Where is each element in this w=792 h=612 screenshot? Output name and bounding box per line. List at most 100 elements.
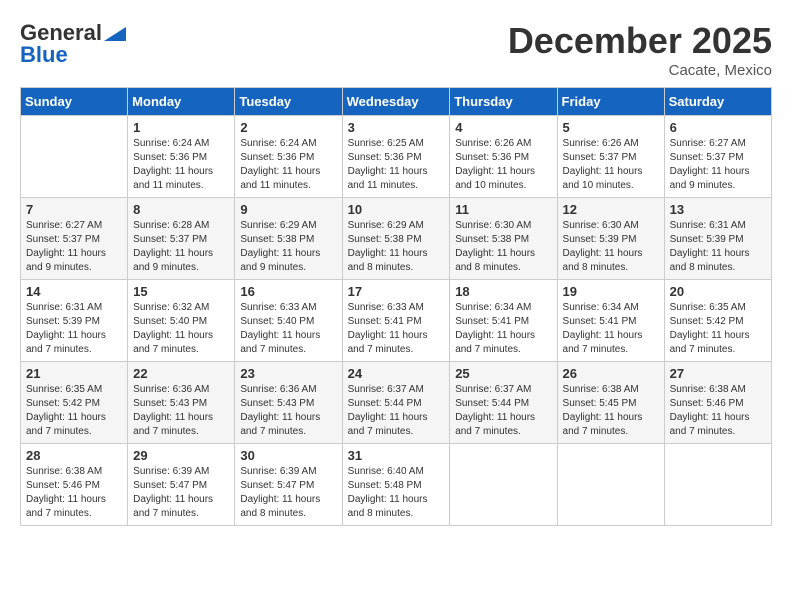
day-info: Sunrise: 6:38 AM Sunset: 5:45 PM Dayligh… (563, 383, 659, 439)
calendar-cell: 10Sunrise: 6:29 AM Sunset: 5:38 PM Dayli… (342, 198, 450, 280)
calendar-cell: 22 Sunrise: 6:36 AM Sunset: 5:43 PM Dayli… (128, 362, 235, 444)
day-number: 11 (455, 202, 551, 217)
day-number: 12 (563, 202, 659, 217)
day-number: 6 (670, 120, 766, 135)
day-info: Sunrise: 6:34 AM Sunset: 5:41 PM Dayligh… (563, 301, 659, 357)
calendar-cell: 28 Sunrise: 6:38 AM Sunset: 5:46 PM Dayli… (21, 444, 128, 526)
calendar-cell: 7 Sunrise: 6:27 AM Sunset: 5:37 PM Daylig… (21, 198, 128, 280)
day-number: 2 (240, 120, 336, 135)
day-number: 30 (240, 448, 336, 463)
calendar-cell: 25Sunrise: 6:37 AM Sunset: 5:44 PM Dayli… (450, 362, 557, 444)
day-info: Sunrise: 6:26 AM Sunset: 5:37 PM Dayligh… (563, 137, 659, 193)
calendar-cell: 16Sunrise: 6:33 AM Sunset: 5:40 PM Dayli… (235, 280, 342, 362)
day-number: 5 (563, 120, 659, 135)
calendar-cell: 11 Sunrise: 6:30 AM Sunset: 5:38 PM Dayli… (450, 198, 557, 280)
calendar-cell (664, 444, 771, 526)
calendar-header-wednesday: Wednesday (342, 88, 450, 116)
calendar-cell: 17 Sunrise: 6:33 AM Sunset: 5:41 PM Dayli… (342, 280, 450, 362)
day-info: Sunrise: 6:39 AM Sunset: 5:47 PM Dayligh… (133, 465, 229, 521)
calendar-table: SundayMondayTuesdayWednesdayThursdayFrid… (20, 87, 772, 526)
day-info: Sunrise: 6:36 AM Sunset: 5:43 PM Dayligh… (240, 383, 336, 439)
calendar-cell: 13 Sunrise: 6:31 AM Sunset: 5:39 PM Dayli… (664, 198, 771, 280)
calendar-cell: 9Sunrise: 6:29 AM Sunset: 5:38 PM Daylig… (235, 198, 342, 280)
page-header: General Blue December 2025 Cacate, Mexic… (20, 20, 772, 79)
day-number: 17 (348, 284, 445, 299)
calendar-cell (450, 444, 557, 526)
day-number: 26 (563, 366, 659, 381)
calendar-cell: 6 Sunrise: 6:27 AM Sunset: 5:37 PM Daylig… (664, 116, 771, 198)
month-title: December 2025 (508, 20, 772, 62)
calendar-header-sunday: Sunday (21, 88, 128, 116)
calendar-header-friday: Friday (557, 88, 664, 116)
calendar-header-row: SundayMondayTuesdayWednesdayThursdayFrid… (21, 88, 772, 116)
calendar-cell: 1 Sunrise: 6:24 AM Sunset: 5:36 PM Daylig… (128, 116, 235, 198)
day-number: 19 (563, 284, 659, 299)
calendar-week-row: 21Sunrise: 6:35 AM Sunset: 5:42 PM Dayli… (21, 362, 772, 444)
day-info: Sunrise: 6:37 AM Sunset: 5:44 PM Dayligh… (348, 383, 445, 439)
title-block: December 2025 Cacate, Mexico (508, 20, 772, 79)
day-number: 1 (133, 120, 229, 135)
day-info: Sunrise: 6:24 AM Sunset: 5:36 PM Dayligh… (240, 137, 336, 193)
location: Cacate, Mexico (508, 62, 772, 79)
calendar-cell: 15 Sunrise: 6:32 AM Sunset: 5:40 PM Dayli… (128, 280, 235, 362)
day-info: Sunrise: 6:32 AM Sunset: 5:40 PM Dayligh… (133, 301, 229, 357)
day-number: 23 (240, 366, 336, 381)
calendar-cell: 27Sunrise: 6:38 AM Sunset: 5:46 PM Dayli… (664, 362, 771, 444)
calendar-cell: 18 Sunrise: 6:34 AM Sunset: 5:41 PM Dayli… (450, 280, 557, 362)
calendar-week-row: 1 Sunrise: 6:24 AM Sunset: 5:36 PM Daylig… (21, 116, 772, 198)
day-info: Sunrise: 6:27 AM Sunset: 5:37 PM Dayligh… (670, 137, 766, 193)
day-info: Sunrise: 6:27 AM Sunset: 5:37 PM Dayligh… (26, 219, 122, 275)
calendar-cell: 14Sunrise: 6:31 AM Sunset: 5:39 PM Dayli… (21, 280, 128, 362)
day-number: 31 (348, 448, 445, 463)
calendar-header-thursday: Thursday (450, 88, 557, 116)
day-info: Sunrise: 6:30 AM Sunset: 5:39 PM Dayligh… (563, 219, 659, 275)
day-number: 10 (348, 202, 445, 217)
calendar-cell: 24 Sunrise: 6:37 AM Sunset: 5:44 PM Dayli… (342, 362, 450, 444)
day-number: 29 (133, 448, 229, 463)
day-info: Sunrise: 6:35 AM Sunset: 5:42 PM Dayligh… (26, 383, 122, 439)
day-info: Sunrise: 6:30 AM Sunset: 5:38 PM Dayligh… (455, 219, 551, 275)
calendar-week-row: 7 Sunrise: 6:27 AM Sunset: 5:37 PM Daylig… (21, 198, 772, 280)
day-number: 13 (670, 202, 766, 217)
calendar-header-saturday: Saturday (664, 88, 771, 116)
calendar-week-row: 28 Sunrise: 6:38 AM Sunset: 5:46 PM Dayli… (21, 444, 772, 526)
day-number: 7 (26, 202, 122, 217)
day-info: Sunrise: 6:31 AM Sunset: 5:39 PM Dayligh… (670, 219, 766, 275)
day-info: Sunrise: 6:36 AM Sunset: 5:43 PM Dayligh… (133, 383, 229, 439)
calendar-cell: 26 Sunrise: 6:38 AM Sunset: 5:45 PM Dayli… (557, 362, 664, 444)
day-number: 22 (133, 366, 229, 381)
day-info: Sunrise: 6:25 AM Sunset: 5:36 PM Dayligh… (348, 137, 445, 193)
day-number: 14 (26, 284, 122, 299)
calendar-cell: 31Sunrise: 6:40 AM Sunset: 5:48 PM Dayli… (342, 444, 450, 526)
day-info: Sunrise: 6:26 AM Sunset: 5:36 PM Dayligh… (455, 137, 551, 193)
day-info: Sunrise: 6:34 AM Sunset: 5:41 PM Dayligh… (455, 301, 551, 357)
day-info: Sunrise: 6:39 AM Sunset: 5:47 PM Dayligh… (240, 465, 336, 521)
day-number: 24 (348, 366, 445, 381)
day-number: 4 (455, 120, 551, 135)
day-info: Sunrise: 6:33 AM Sunset: 5:41 PM Dayligh… (348, 301, 445, 357)
calendar-header-tuesday: Tuesday (235, 88, 342, 116)
calendar-header-monday: Monday (128, 88, 235, 116)
calendar-cell: 12 Sunrise: 6:30 AM Sunset: 5:39 PM Dayli… (557, 198, 664, 280)
day-number: 15 (133, 284, 229, 299)
calendar-cell: 21Sunrise: 6:35 AM Sunset: 5:42 PM Dayli… (21, 362, 128, 444)
calendar-cell (557, 444, 664, 526)
day-number: 3 (348, 120, 445, 135)
day-number: 16 (240, 284, 336, 299)
day-info: Sunrise: 6:28 AM Sunset: 5:37 PM Dayligh… (133, 219, 229, 275)
calendar-cell: 4 Sunrise: 6:26 AM Sunset: 5:36 PM Daylig… (450, 116, 557, 198)
calendar-cell: 5 Sunrise: 6:26 AM Sunset: 5:37 PM Daylig… (557, 116, 664, 198)
day-number: 18 (455, 284, 551, 299)
day-number: 9 (240, 202, 336, 217)
calendar-cell: 19 Sunrise: 6:34 AM Sunset: 5:41 PM Dayli… (557, 280, 664, 362)
day-info: Sunrise: 6:24 AM Sunset: 5:36 PM Dayligh… (133, 137, 229, 193)
day-info: Sunrise: 6:38 AM Sunset: 5:46 PM Dayligh… (26, 465, 122, 521)
day-number: 20 (670, 284, 766, 299)
day-number: 28 (26, 448, 122, 463)
calendar-week-row: 14Sunrise: 6:31 AM Sunset: 5:39 PM Dayli… (21, 280, 772, 362)
day-info: Sunrise: 6:37 AM Sunset: 5:44 PM Dayligh… (455, 383, 551, 439)
calendar-cell: 29 Sunrise: 6:39 AM Sunset: 5:47 PM Dayli… (128, 444, 235, 526)
logo-blue: Blue (20, 42, 68, 68)
logo: General Blue (20, 20, 126, 68)
calendar-cell: 23 Sunrise: 6:36 AM Sunset: 5:43 PM Dayli… (235, 362, 342, 444)
